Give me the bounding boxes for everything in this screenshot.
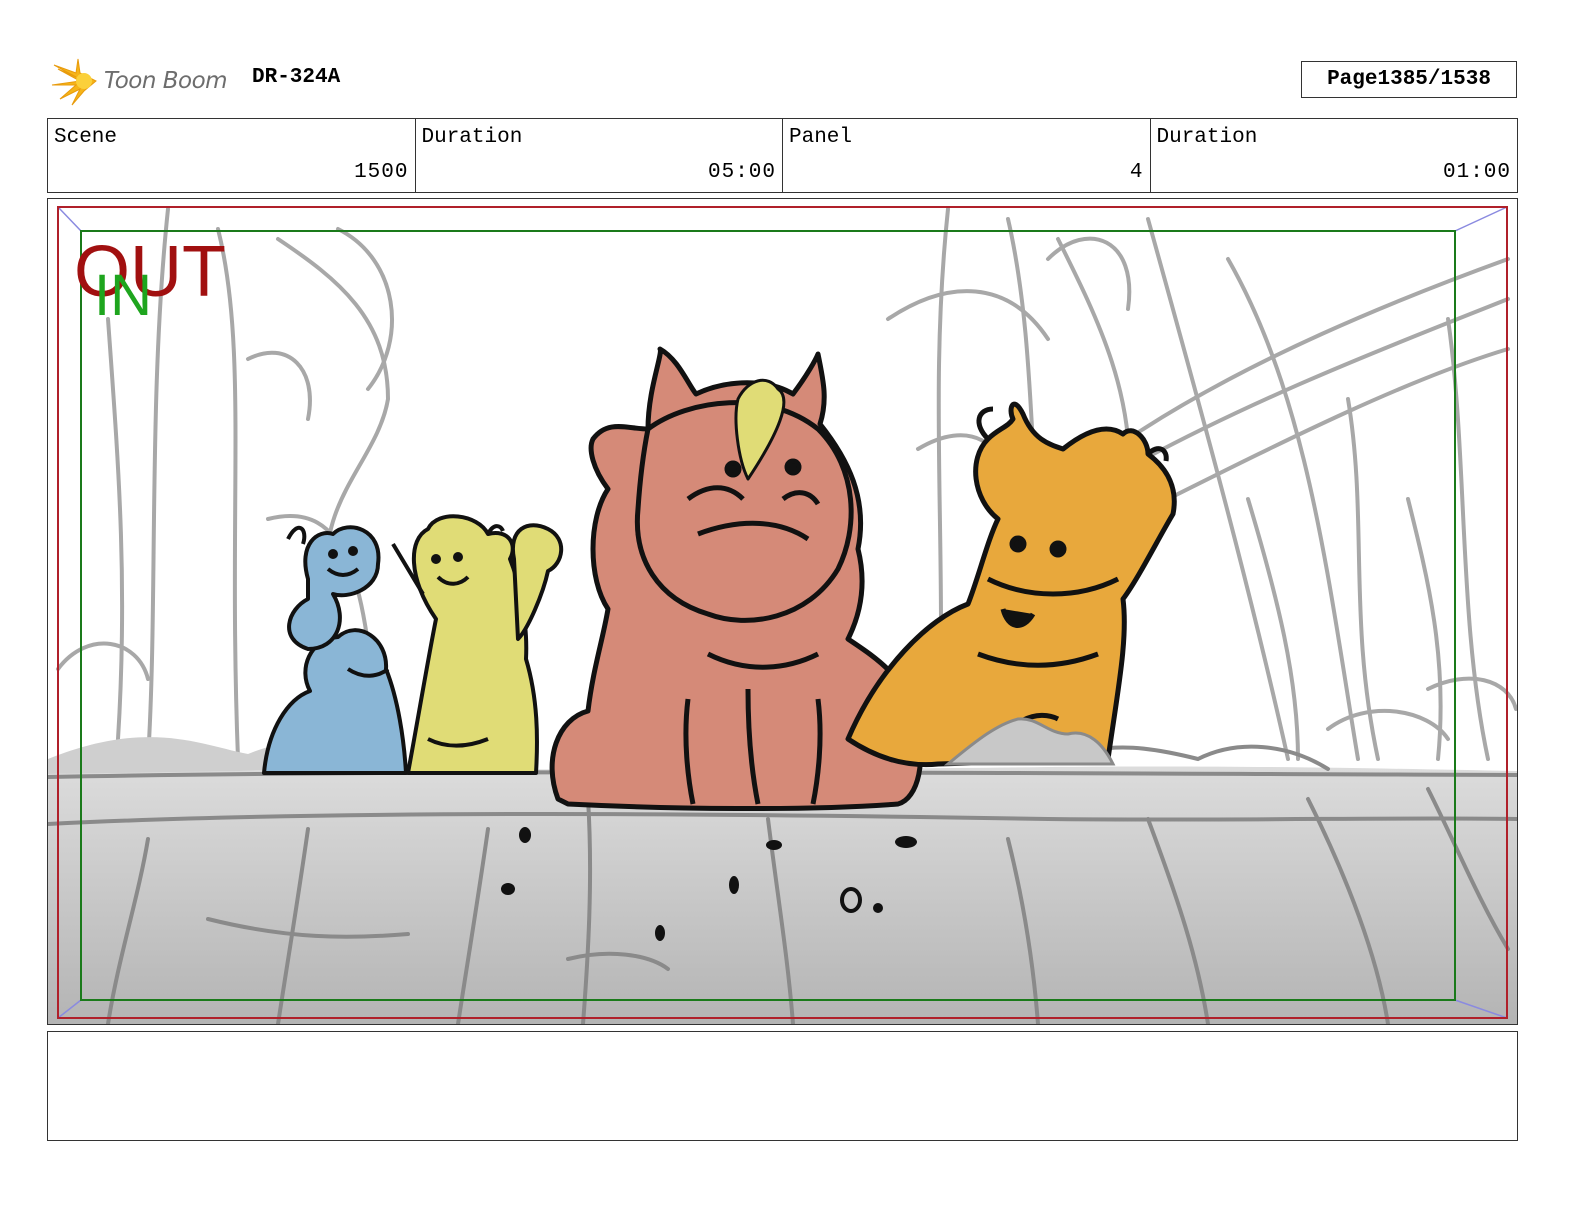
in-marker: IN (94, 263, 152, 328)
panel-duration-value: 01:00 (1442, 161, 1511, 184)
storyboard-drawing: OUT IN (48, 199, 1517, 1024)
panel-info-table: Scene 1500 Duration 05:00 Panel 4 Durati… (47, 118, 1518, 193)
panel-value: 4 (1129, 161, 1144, 184)
panel-label: Panel (789, 126, 853, 149)
scene-cell: Scene 1500 (48, 119, 416, 192)
panel-cell: Panel 4 (783, 119, 1151, 192)
page-label: Page (1327, 68, 1378, 91)
scene-duration-cell: Duration 05:00 (416, 119, 783, 192)
storyboard-frame: OUT IN (47, 198, 1518, 1025)
panel-duration-label: Duration (1156, 126, 1258, 149)
panel-duration-cell: Duration 01:00 (1151, 119, 1518, 192)
panel-notes-box (47, 1031, 1518, 1141)
page-indicator: Page 1385/1538 (1301, 61, 1517, 98)
starburst-icon (51, 58, 97, 106)
scene-label: Scene (54, 126, 118, 149)
logo-text: Toon Boom (104, 68, 228, 94)
document-id: DR-324A (252, 66, 341, 89)
scene-duration-value: 05:00 (707, 161, 776, 184)
page-number: 1385/1538 (1377, 68, 1491, 91)
scene-duration-label: Duration (421, 126, 523, 149)
toon-boom-logo: Toon Boom (50, 55, 228, 107)
scene-value: 1500 (354, 161, 409, 184)
